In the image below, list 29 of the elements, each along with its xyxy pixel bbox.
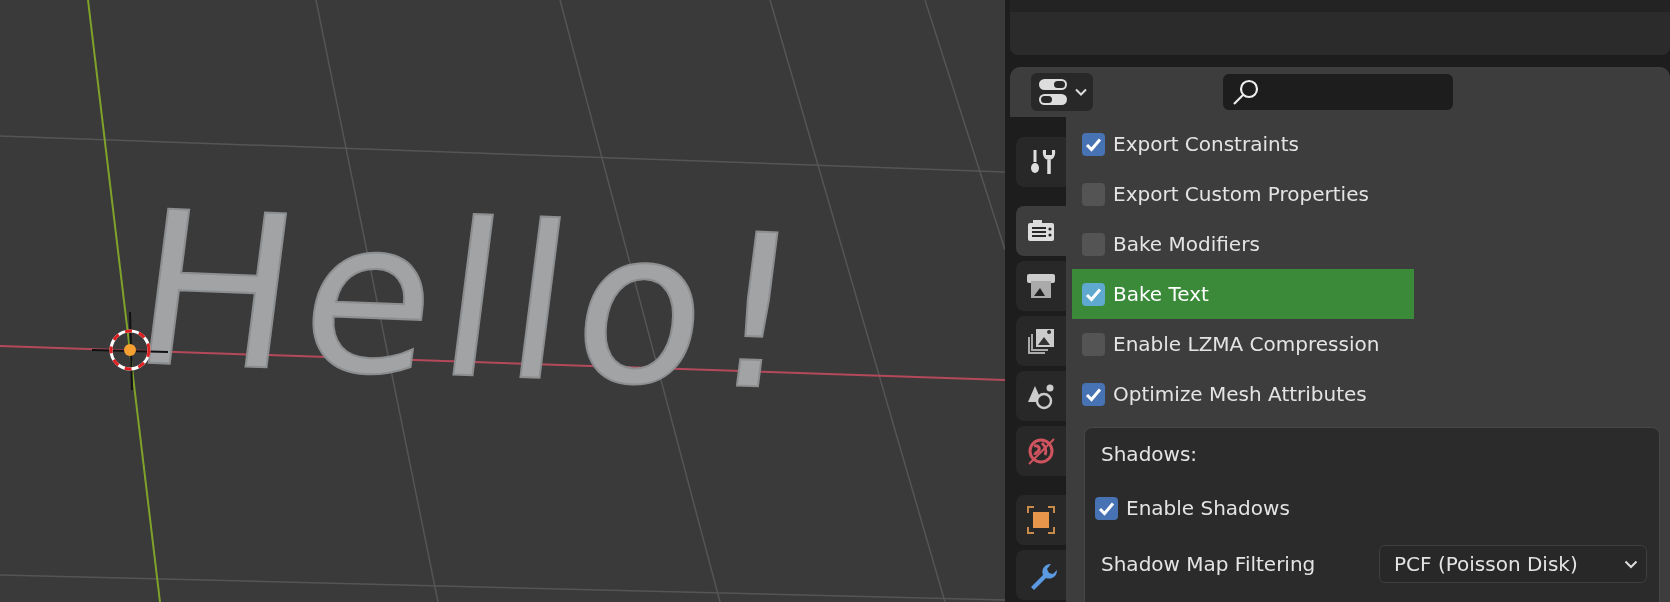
search-icon [1231, 77, 1261, 107]
tool-tab[interactable] [1016, 137, 1066, 187]
checkbox[interactable] [1082, 282, 1105, 306]
field-label: Shadow Map Filtering [1101, 551, 1317, 578]
checkbox-label: Bake Modifiers [1113, 231, 1260, 258]
scene-tab[interactable] [1016, 371, 1066, 421]
world-tab[interactable] [1016, 426, 1066, 476]
search-field[interactable] [1223, 74, 1453, 110]
chevron-down-icon [1074, 88, 1087, 96]
checkbox[interactable] [1082, 132, 1105, 156]
checkbox-label: Export Constraints [1113, 131, 1299, 158]
output-tab[interactable] [1016, 261, 1066, 311]
object-tab[interactable] [1016, 495, 1066, 545]
checkbox-label: Bake Text [1113, 281, 1209, 308]
highlighted-row[interactable]: Bake Text [1072, 269, 1414, 319]
checkbox-label: Optimize Mesh Attributes [1113, 381, 1367, 408]
view-layer-tab[interactable] [1016, 316, 1066, 366]
square-icon [1025, 504, 1057, 536]
checkbox-label: Enable Shadows [1126, 495, 1290, 522]
checkbox[interactable] [1095, 496, 1118, 520]
checkbox-label: Export Custom Properties [1113, 181, 1369, 208]
dropdown[interactable]: PCF (Poisson Disk) [1379, 545, 1647, 583]
chevron-down-icon [1624, 559, 1638, 569]
section-heading: Shadows: [1101, 441, 1198, 468]
checkbox-label: Enable LZMA Compression [1113, 331, 1380, 358]
render-tab[interactable] [1016, 206, 1066, 256]
checkbox[interactable] [1082, 382, 1105, 406]
modifier-tab[interactable] [1016, 550, 1066, 600]
editor-type-button[interactable] [1031, 73, 1093, 111]
